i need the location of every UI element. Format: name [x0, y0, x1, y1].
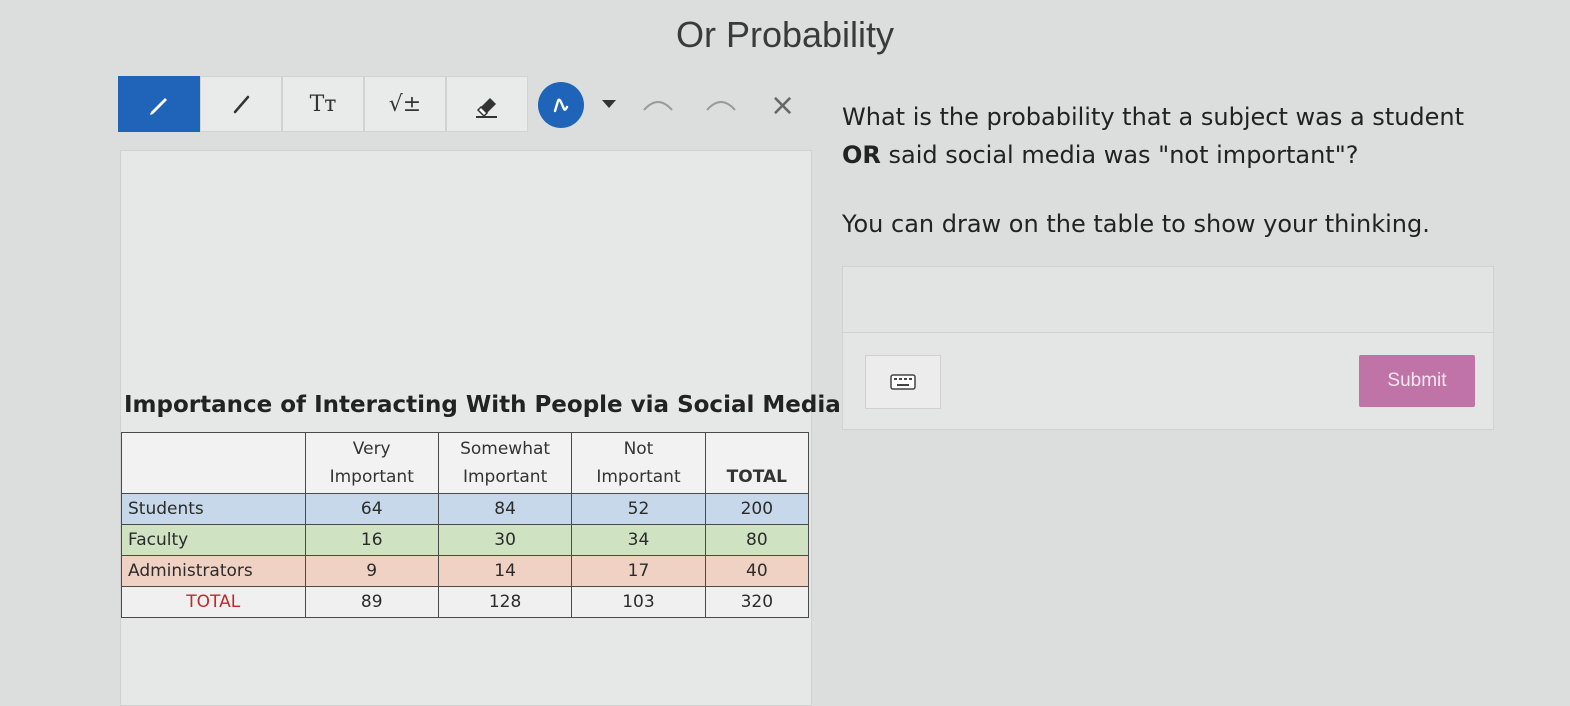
table-cell: 84: [437, 493, 573, 525]
answer-panel: Submit: [842, 266, 1494, 430]
chevron-down-icon[interactable]: [600, 98, 618, 110]
table-row: TOTAL 89 128 103 320: [121, 586, 810, 618]
table-cell: 128: [437, 586, 573, 618]
table-cell: 64: [304, 493, 439, 525]
redo-icon[interactable]: [703, 94, 739, 114]
squiggle-stroke-icon: [553, 98, 569, 113]
keyboard-icon: [890, 374, 916, 390]
header-somewhat-important-line1: Somewhat: [460, 439, 551, 459]
header-not-important-line2: Important: [596, 467, 681, 487]
table-cell: 34: [571, 524, 706, 556]
table-cell: 14: [437, 555, 573, 587]
question-part2: said social media was "not important"?: [880, 141, 1359, 169]
square-root-icon: √±: [388, 91, 422, 117]
header-very-important-line2: Important: [329, 467, 414, 487]
eraser-tool-button[interactable]: [446, 76, 528, 132]
header-somewhat-important-line2: Important: [462, 467, 548, 487]
question-text: What is the probability that a subject w…: [842, 98, 1522, 174]
header-very-important-line1: Very: [352, 439, 391, 459]
drawing-canvas[interactable]: [120, 150, 812, 706]
pen-tool-button[interactable]: [118, 76, 200, 132]
table-cell: 17: [571, 555, 706, 587]
table-row: Students 64 84 52 200: [121, 493, 810, 525]
question-part1: What is the probability that a subject w…: [842, 103, 1465, 131]
row-label: Administrators: [121, 555, 306, 587]
pencil-icon: [150, 98, 167, 115]
table-row: Faculty 16 30 34 80: [121, 524, 810, 556]
line-icon: [233, 95, 250, 114]
eraser-icon: [476, 98, 497, 118]
table-cell: 9: [304, 555, 439, 587]
hint-text: You can draw on the table to show your t…: [842, 210, 1430, 238]
header-not-important-line1: Not: [623, 439, 654, 459]
table-cell: 320: [704, 586, 810, 618]
answer-input[interactable]: [843, 267, 1493, 333]
table-cell: 16: [304, 524, 439, 556]
keyboard-button[interactable]: [865, 355, 941, 409]
table-header-cell: Somewhat Important: [437, 432, 573, 494]
text-size-icon: Tт: [309, 91, 337, 117]
table-cell: 103: [571, 586, 706, 618]
table-cell: 40: [704, 555, 810, 587]
drawing-toolbar: Tт √± ×: [118, 76, 808, 134]
submit-button[interactable]: Submit: [1359, 355, 1475, 407]
table-cell: 52: [571, 493, 706, 525]
table-cell: 80: [704, 524, 810, 556]
table-row: Administrators 9 14 17 40: [121, 555, 810, 587]
question-bold-word: OR: [842, 141, 881, 169]
table-cell: 200: [704, 493, 810, 525]
table-header-cell: Very Important: [304, 432, 439, 494]
row-label: Faculty: [121, 524, 306, 556]
table-header-cell: [121, 432, 306, 494]
table-cell: 89: [304, 586, 439, 618]
table-cell: 30: [437, 524, 573, 556]
table-header-total: TOTAL: [704, 432, 810, 494]
table-header-row: Very Important Somewhat Important Not Im…: [121, 432, 810, 494]
text-tool-button[interactable]: Tт: [282, 76, 364, 132]
row-label: TOTAL: [121, 586, 306, 618]
table-header-cell: Not Important: [571, 432, 706, 494]
row-label: Students: [121, 493, 306, 525]
table-title: Importance of Interacting With People vi…: [124, 392, 841, 418]
data-table: Very Important Somewhat Important Not Im…: [121, 432, 810, 618]
undo-icon[interactable]: [640, 94, 676, 114]
color-picker-button[interactable]: [538, 82, 584, 128]
page-title: Or Probability: [675, 14, 895, 55]
close-icon[interactable]: ×: [770, 88, 795, 123]
math-tool-button[interactable]: √±: [364, 76, 446, 132]
line-tool-button[interactable]: [200, 76, 282, 132]
